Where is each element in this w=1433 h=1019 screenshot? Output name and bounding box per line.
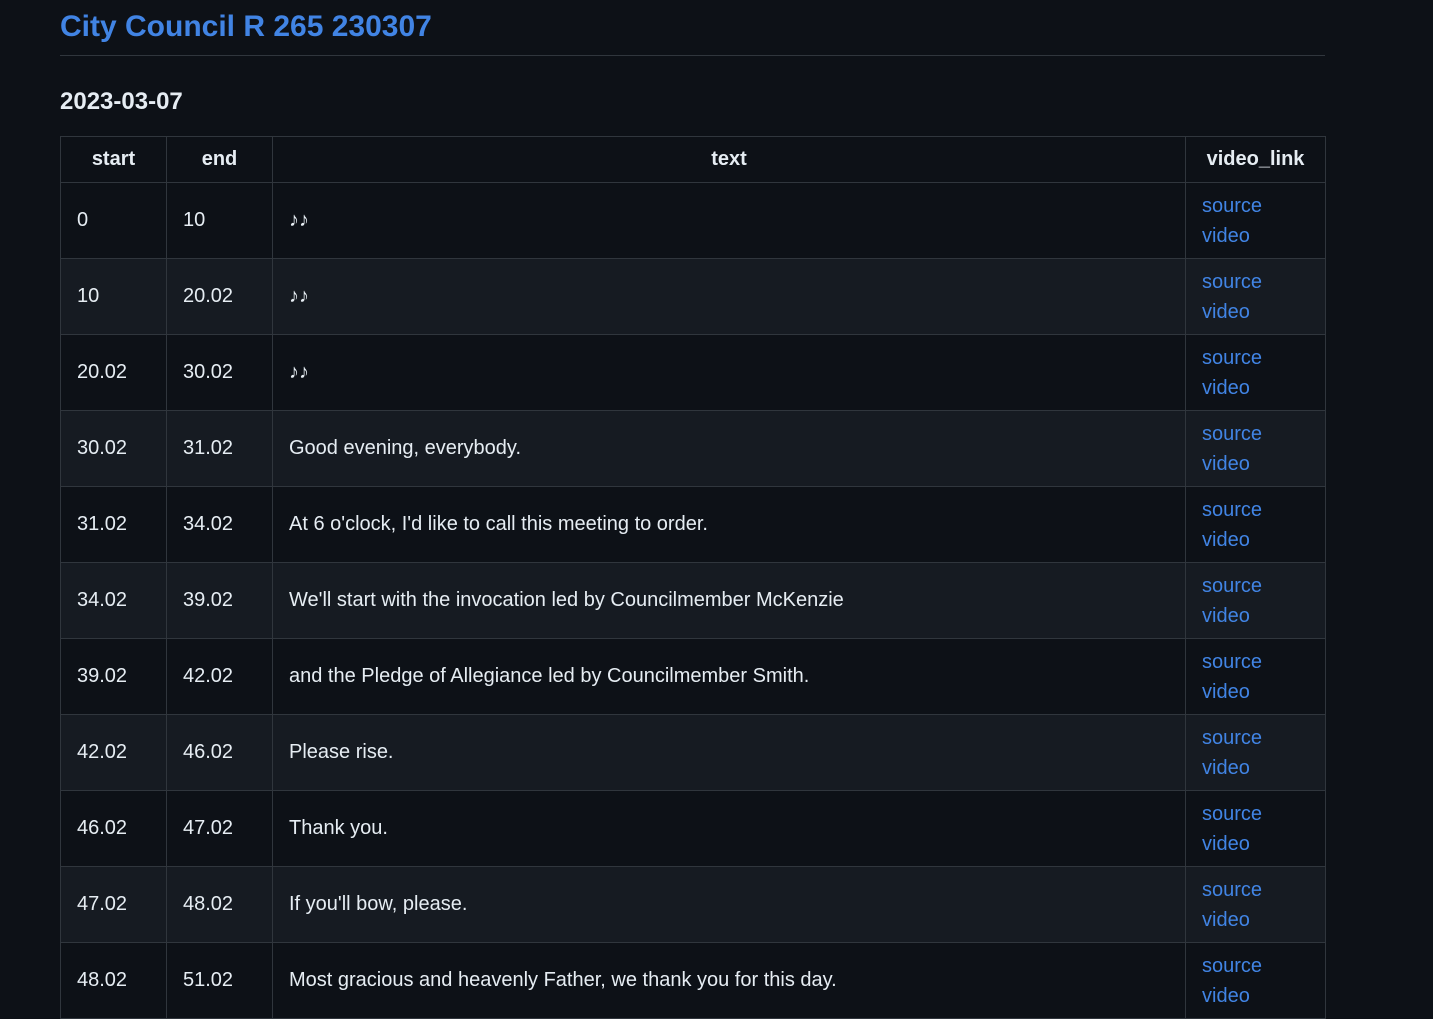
link-label-line1: source xyxy=(1202,878,1263,901)
table-row: 39.02 42.02 and the Pledge of Allegiance… xyxy=(60,638,1326,715)
page-content: City Council R 265 230307 2023-03-07 sta… xyxy=(60,0,1326,1019)
link-label-line1: source xyxy=(1202,574,1263,597)
link-label-line1: source xyxy=(1202,954,1263,977)
cell-end: 34.02 xyxy=(166,486,273,563)
link-label-line1: source xyxy=(1202,194,1263,217)
link-label-line2: video xyxy=(1202,984,1250,1007)
cell-start: 39.02 xyxy=(60,638,167,715)
cell-video-link: source video xyxy=(1185,258,1326,335)
table-header-row: start end text video_link xyxy=(60,136,1326,183)
table-header: start end text video_link xyxy=(60,136,1326,183)
cell-video-link: source video xyxy=(1185,790,1326,867)
cell-end: 39.02 xyxy=(166,562,273,639)
link-label-line1: source xyxy=(1202,802,1263,825)
table-row: 46.02 47.02 Thank you. source video xyxy=(60,790,1326,867)
cell-text: Thank you. xyxy=(272,790,1186,867)
cell-start: 34.02 xyxy=(60,562,167,639)
link-label-line1: source xyxy=(1202,650,1263,673)
cell-video-link: source video xyxy=(1185,866,1326,943)
cell-end: 31.02 xyxy=(166,410,273,487)
cell-text: Please rise. xyxy=(272,714,1186,791)
cell-end: 51.02 xyxy=(166,942,273,1019)
cell-start: 10 xyxy=(60,258,167,335)
cell-start: 46.02 xyxy=(60,790,167,867)
cell-start: 47.02 xyxy=(60,866,167,943)
link-label-line2: video xyxy=(1202,528,1250,551)
table-row: 31.02 34.02 At 6 o'clock, I'd like to ca… xyxy=(60,486,1326,563)
link-label-line1: source xyxy=(1202,346,1263,369)
header-video-link: video_link xyxy=(1185,136,1326,183)
cell-video-link: source video xyxy=(1185,562,1326,639)
link-label-line2: video xyxy=(1202,376,1250,399)
cell-end: 30.02 xyxy=(166,334,273,411)
link-label-line1: source xyxy=(1202,422,1263,445)
link-label-line2: video xyxy=(1202,756,1250,779)
cell-text: Good evening, everybody. xyxy=(272,410,1186,487)
date-heading: 2023-03-07 xyxy=(60,88,183,115)
table-row: 10 20.02 ♪♪ source video xyxy=(60,258,1326,335)
cell-text: At 6 o'clock, I'd like to call this meet… xyxy=(272,486,1186,563)
cell-start: 30.02 xyxy=(60,410,167,487)
link-label-line1: source xyxy=(1202,498,1263,521)
page-title: City Council R 265 230307 xyxy=(60,0,1325,56)
link-label-line1: source xyxy=(1202,270,1263,293)
link-label-line1: source xyxy=(1202,726,1263,749)
link-label-line2: video xyxy=(1202,680,1250,703)
cell-end: 42.02 xyxy=(166,638,273,715)
header-start: start xyxy=(60,136,167,183)
table-row: 48.02 51.02 Most gracious and heavenly F… xyxy=(60,942,1326,1019)
cell-start: 0 xyxy=(60,182,167,259)
link-label-line2: video xyxy=(1202,604,1250,627)
source-video-link[interactable]: source video xyxy=(1202,419,1309,479)
source-video-link[interactable]: source video xyxy=(1202,343,1309,403)
source-video-link[interactable]: source video xyxy=(1202,951,1309,1011)
cell-video-link: source video xyxy=(1185,182,1326,259)
cell-video-link: source video xyxy=(1185,942,1326,1019)
link-label-line2: video xyxy=(1202,224,1250,247)
table-row: 20.02 30.02 ♪♪ source video xyxy=(60,334,1326,411)
source-video-link[interactable]: source video xyxy=(1202,723,1309,783)
link-label-line2: video xyxy=(1202,908,1250,931)
table-row: 34.02 39.02 We'll start with the invocat… xyxy=(60,562,1326,639)
source-video-link[interactable]: source video xyxy=(1202,647,1309,707)
cell-video-link: source video xyxy=(1185,334,1326,411)
cell-end: 20.02 xyxy=(166,258,273,335)
cell-video-link: source video xyxy=(1185,714,1326,791)
cell-video-link: source video xyxy=(1185,410,1326,487)
cell-text: and the Pledge of Allegiance led by Coun… xyxy=(272,638,1186,715)
cell-start: 42.02 xyxy=(60,714,167,791)
transcript-table: start end text video_link 0 10 ♪♪ source… xyxy=(60,136,1326,1019)
cell-text: ♪♪ xyxy=(272,258,1186,335)
header-text: text xyxy=(272,136,1186,183)
table-body: 0 10 ♪♪ source video 10 20.02 ♪♪ source … xyxy=(60,182,1326,1019)
link-label-line2: video xyxy=(1202,452,1250,475)
cell-text: ♪♪ xyxy=(272,334,1186,411)
source-video-link[interactable]: source video xyxy=(1202,267,1309,327)
table-row: 47.02 48.02 If you'll bow, please. sourc… xyxy=(60,866,1326,943)
source-video-link[interactable]: source video xyxy=(1202,875,1309,935)
cell-start: 48.02 xyxy=(60,942,167,1019)
cell-start: 31.02 xyxy=(60,486,167,563)
table-row: 0 10 ♪♪ source video xyxy=(60,182,1326,259)
table-row: 42.02 46.02 Please rise. source video xyxy=(60,714,1326,791)
link-label-line2: video xyxy=(1202,300,1250,323)
table-row: 30.02 31.02 Good evening, everybody. sou… xyxy=(60,410,1326,487)
header-end: end xyxy=(166,136,273,183)
cell-end: 47.02 xyxy=(166,790,273,867)
cell-text: ♪♪ xyxy=(272,182,1186,259)
cell-text: If you'll bow, please. xyxy=(272,866,1186,943)
cell-video-link: source video xyxy=(1185,486,1326,563)
cell-text: We'll start with the invocation led by C… xyxy=(272,562,1186,639)
cell-text: Most gracious and heavenly Father, we th… xyxy=(272,942,1186,1019)
cell-video-link: source video xyxy=(1185,638,1326,715)
source-video-link[interactable]: source video xyxy=(1202,191,1309,251)
source-video-link[interactable]: source video xyxy=(1202,495,1309,555)
source-video-link[interactable]: source video xyxy=(1202,799,1309,859)
cell-end: 48.02 xyxy=(166,866,273,943)
source-video-link[interactable]: source video xyxy=(1202,571,1309,631)
cell-end: 10 xyxy=(166,182,273,259)
cell-start: 20.02 xyxy=(60,334,167,411)
cell-end: 46.02 xyxy=(166,714,273,791)
link-label-line2: video xyxy=(1202,832,1250,855)
